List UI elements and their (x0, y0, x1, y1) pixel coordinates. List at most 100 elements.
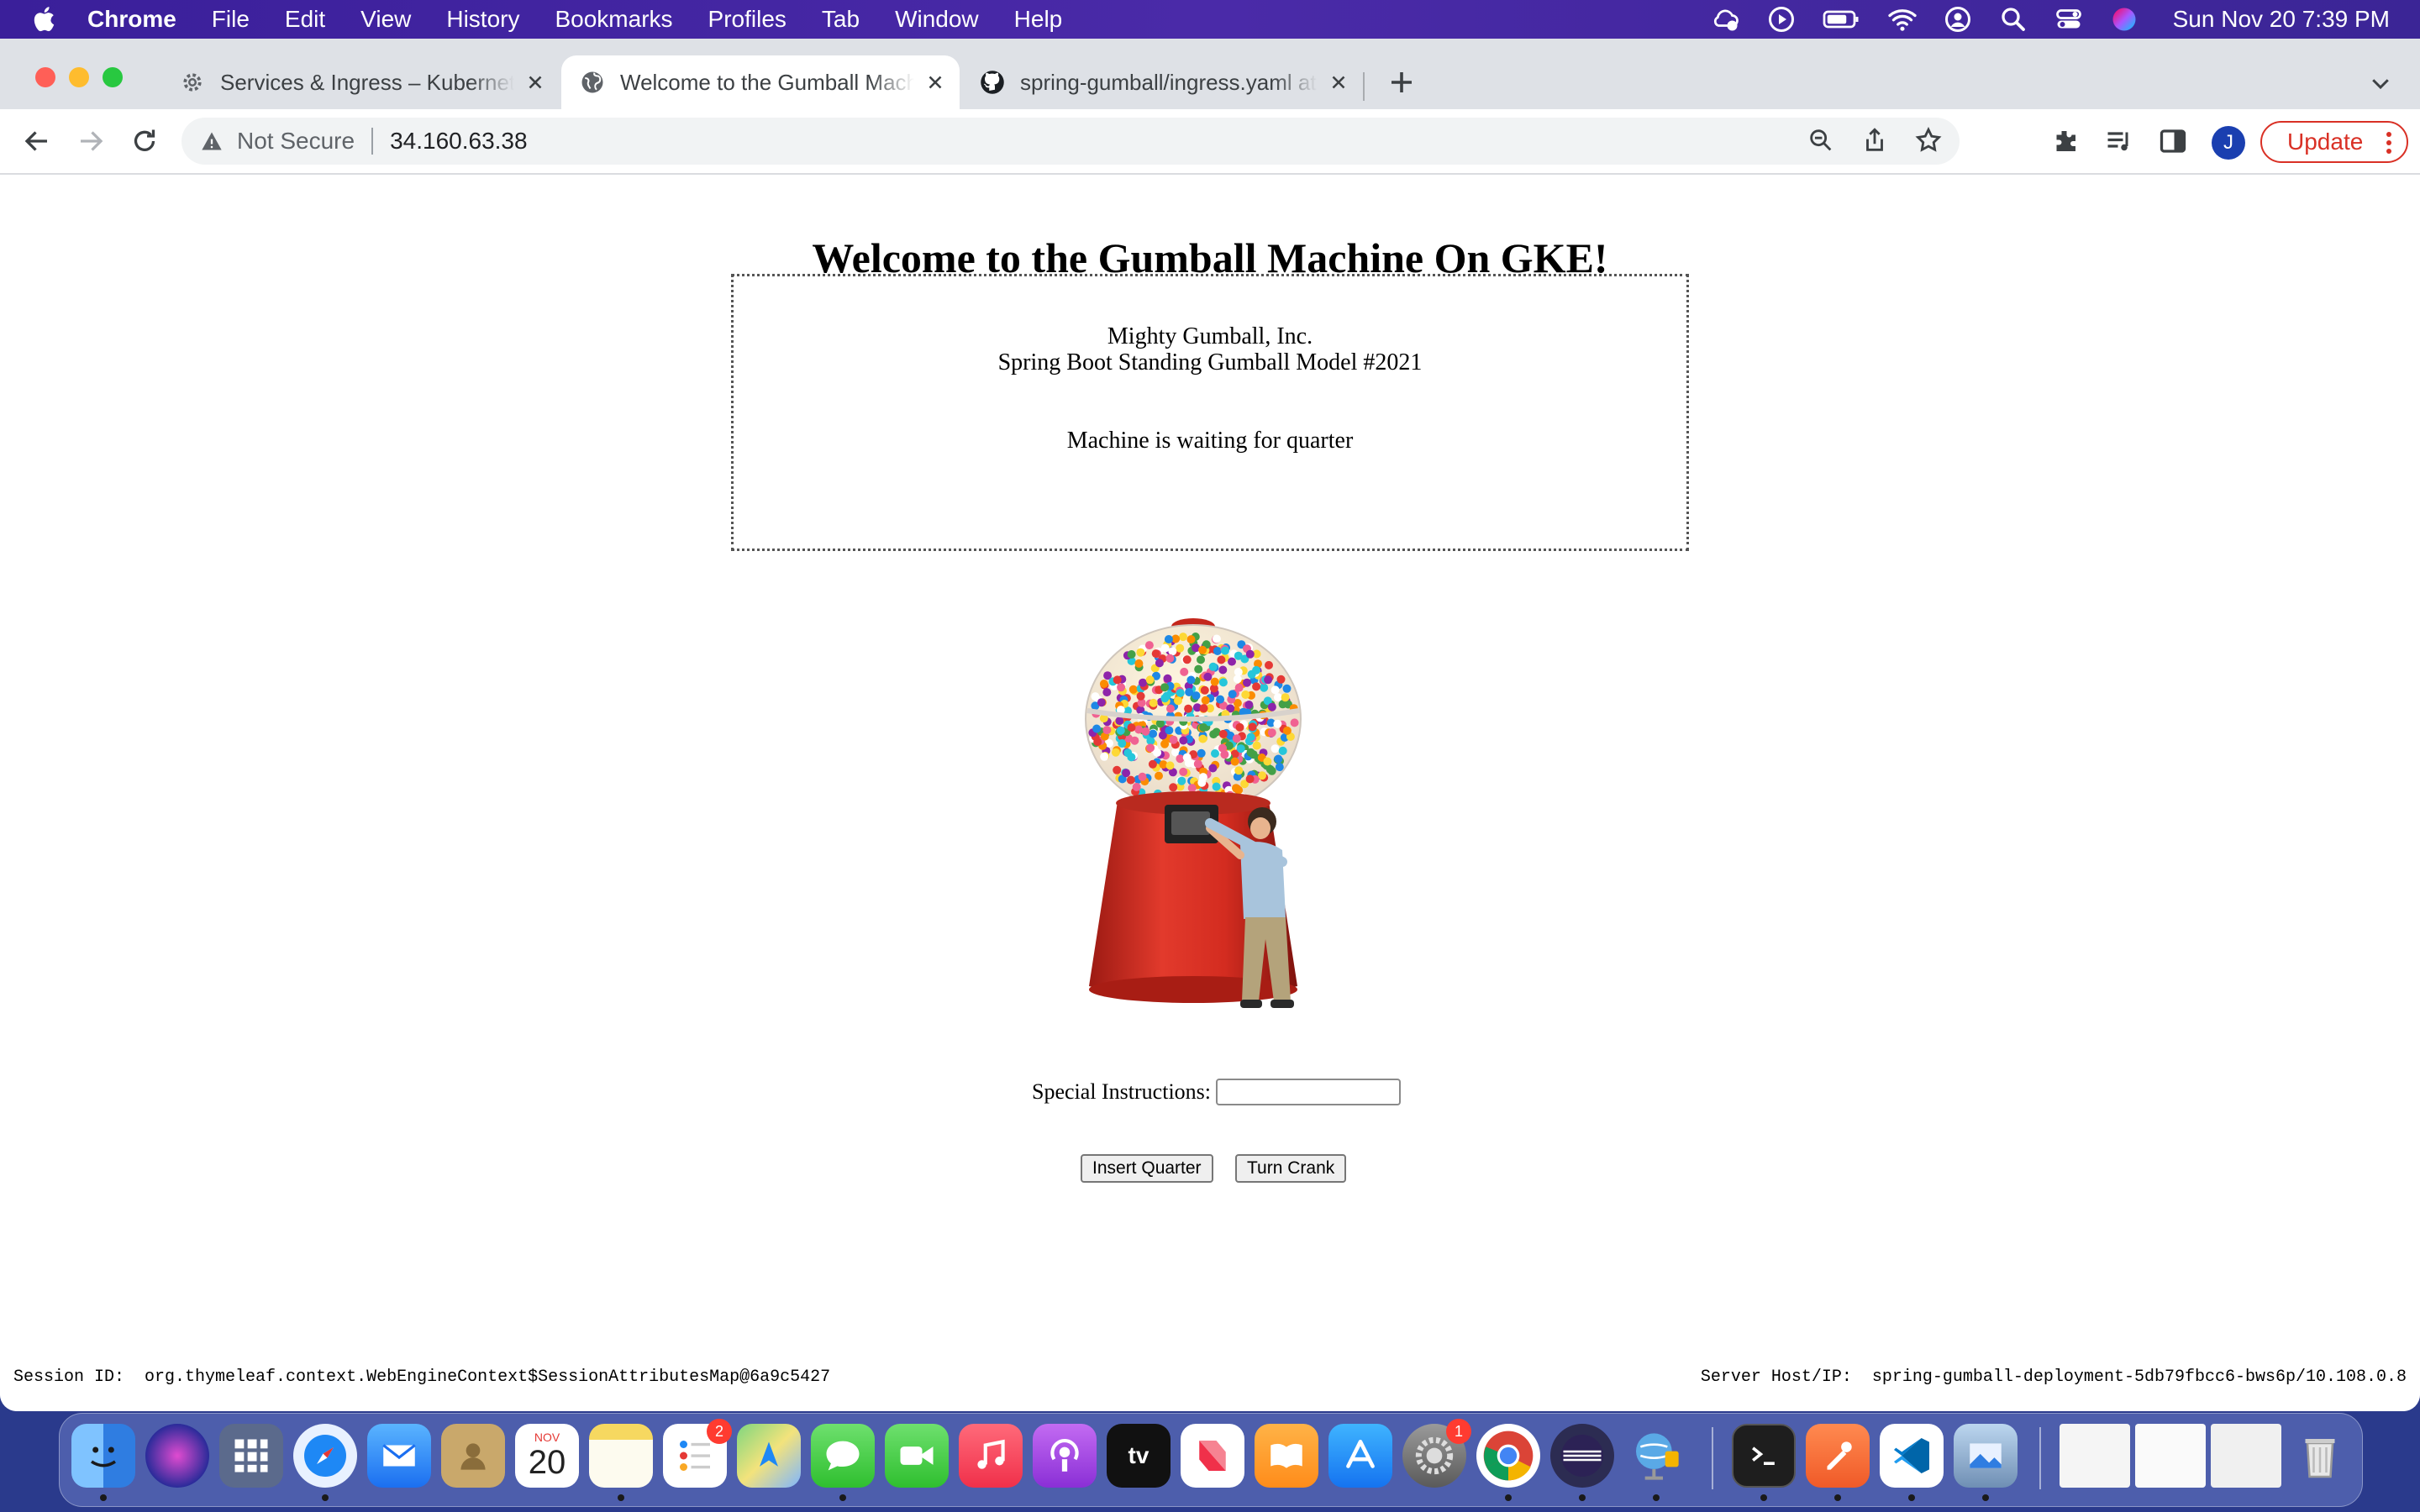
eclipse-icon[interactable] (1550, 1424, 1614, 1488)
siri-icon[interactable] (2109, 4, 2139, 34)
url-text[interactable]: 34.160.63.38 (390, 128, 528, 155)
turn-crank-button[interactable]: Turn Crank (1235, 1154, 1347, 1183)
calendar-icon[interactable]: NOV 20 (515, 1424, 579, 1488)
gumball (1276, 675, 1286, 684)
gumball (1160, 643, 1170, 653)
reminders-icon[interactable]: 2 (663, 1419, 732, 1488)
minimize-window-button[interactable] (69, 67, 89, 87)
facetime-icon[interactable] (885, 1424, 949, 1488)
trash-icon[interactable] (2288, 1424, 2352, 1488)
apple-logo-icon[interactable] (30, 4, 60, 34)
gumball (1176, 754, 1185, 764)
menu-file[interactable]: File (212, 6, 250, 33)
reload-icon[interactable] (129, 126, 160, 156)
preview-icon[interactable] (1954, 1424, 2018, 1488)
gumball (1099, 680, 1108, 688)
gumball (1193, 759, 1202, 769)
calendar-month: NOV (534, 1431, 560, 1444)
warning-triangle-icon[interactable] (200, 129, 224, 153)
gumball (1232, 734, 1241, 743)
profile-avatar[interactable]: J (2212, 126, 2245, 160)
close-tab-icon[interactable] (1328, 71, 1349, 93)
notes-icon[interactable] (589, 1424, 653, 1488)
gumball-machine-image (1085, 618, 1302, 1008)
news-icon[interactable] (1181, 1424, 1244, 1488)
user-account-icon[interactable] (1943, 4, 1973, 34)
network-globe-icon[interactable] (1624, 1424, 1688, 1488)
books-icon[interactable] (1255, 1424, 1318, 1488)
gumball (1203, 672, 1213, 681)
postman-icon[interactable] (1806, 1424, 1870, 1488)
menu-app-name[interactable]: Chrome (87, 6, 176, 33)
chrome-icon[interactable] (1476, 1424, 1540, 1488)
siri-app-icon[interactable] (145, 1424, 209, 1488)
gumball (1160, 739, 1170, 748)
gumball (1169, 783, 1178, 792)
gumball (1270, 685, 1280, 695)
update-button[interactable]: Update (2260, 121, 2408, 163)
extensions-puzzle-icon[interactable] (2050, 126, 2081, 156)
gumball (1132, 782, 1141, 791)
messages-icon[interactable] (811, 1424, 875, 1488)
terminal-icon[interactable] (1732, 1424, 1796, 1488)
menu-tab[interactable]: Tab (822, 6, 860, 33)
menu-edit[interactable]: Edit (285, 6, 325, 33)
menu-bookmarks[interactable]: Bookmarks (555, 6, 672, 33)
cloud-sync-icon[interactable] (1711, 4, 1741, 34)
minimized-window-thumbnail[interactable] (2135, 1424, 2206, 1488)
maps-icon[interactable] (737, 1424, 801, 1488)
tab-gumball-machine[interactable]: Welcome to the Gumball Machine (561, 55, 960, 109)
insert-quarter-button[interactable]: Insert Quarter (1081, 1154, 1213, 1183)
control-center-icon[interactable] (2054, 4, 2084, 34)
close-tab-icon[interactable] (924, 71, 946, 93)
battery-icon[interactable] (1822, 4, 1862, 34)
finder-icon[interactable] (71, 1424, 135, 1488)
wifi-icon[interactable] (1887, 4, 1918, 34)
gumball (1248, 722, 1257, 732)
special-instructions-input[interactable] (1216, 1079, 1402, 1105)
zoom-icon[interactable] (1807, 126, 1835, 155)
bookmark-star-icon[interactable] (1914, 126, 1943, 155)
tab-github-ingress-yaml[interactable]: spring-gumball/ingress.yaml at (961, 55, 1363, 109)
menu-help[interactable]: Help (1014, 6, 1063, 33)
gumball (1165, 654, 1175, 663)
more-vertical-icon (2386, 132, 2391, 154)
forward-arrow-icon[interactable] (76, 126, 106, 156)
app-store-icon[interactable] (1328, 1424, 1392, 1488)
spotlight-search-icon[interactable] (1998, 4, 2028, 34)
address-bar[interactable]: Not Secure 34.160.63.38 (182, 118, 1960, 165)
mail-icon[interactable] (367, 1424, 431, 1488)
menubar-clock[interactable]: Sun Nov 20 7:39 PM (2173, 6, 2390, 33)
close-window-button[interactable] (35, 67, 55, 87)
back-arrow-icon[interactable] (22, 126, 52, 156)
fullscreen-window-button[interactable] (103, 67, 123, 87)
not-secure-label[interactable]: Not Secure (237, 128, 355, 155)
menu-history[interactable]: History (446, 6, 519, 33)
tab-services-ingress[interactable]: Services & Ingress – Kubernetes (161, 55, 560, 109)
share-icon[interactable] (1860, 126, 1889, 155)
minimized-window-thumbnail[interactable] (2211, 1424, 2281, 1488)
contacts-icon[interactable] (441, 1424, 505, 1488)
menu-view[interactable]: View (360, 6, 411, 33)
gumball (1180, 667, 1189, 676)
gumball (1234, 651, 1243, 660)
play-circle-icon[interactable] (1766, 4, 1797, 34)
running-indicator (1982, 1494, 1989, 1501)
side-panel-icon[interactable] (2158, 126, 2188, 156)
menu-profiles[interactable]: Profiles (708, 6, 786, 33)
gumball (1197, 778, 1207, 787)
minimized-window-thumbnail[interactable] (2060, 1424, 2130, 1488)
media-queue-icon[interactable] (2104, 126, 2134, 156)
launchpad-icon[interactable] (219, 1424, 283, 1488)
new-tab-plus-icon[interactable] (1386, 67, 1417, 97)
tab-search-chevron-icon[interactable] (2368, 71, 2393, 96)
vscode-icon[interactable] (1880, 1424, 1944, 1488)
system-preferences-icon[interactable]: 1 (1402, 1419, 1471, 1488)
music-icon[interactable] (959, 1424, 1023, 1488)
gumball (1153, 748, 1162, 757)
safari-icon[interactable] (293, 1424, 357, 1488)
menu-window[interactable]: Window (895, 6, 979, 33)
apple-tv-icon[interactable]: tv (1107, 1424, 1171, 1488)
podcasts-icon[interactable] (1033, 1424, 1097, 1488)
close-tab-icon[interactable] (524, 71, 546, 93)
